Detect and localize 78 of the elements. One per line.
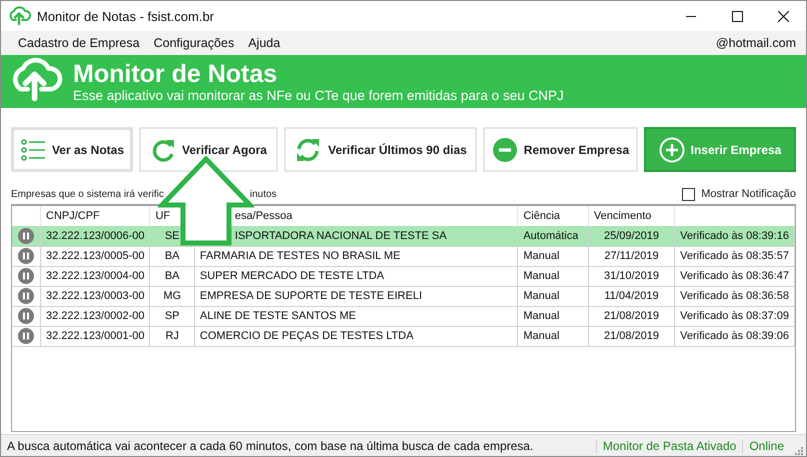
state-cell: SP bbox=[164, 310, 180, 322]
cnpj-cell: 32.222.123/0002-00 bbox=[46, 310, 144, 322]
ciencia-cell: Manual bbox=[523, 250, 560, 262]
due-date-cell: 21/08/2019 bbox=[604, 310, 660, 322]
app-subtitle: Esse aplicativo vai monitorar as NFe ou CTe que forem emitidas para o seu CNPJ bbox=[73, 88, 564, 104]
ciencia-cell: Manual bbox=[523, 310, 560, 322]
cnpj-cell: 32.222.123/0005-00 bbox=[46, 250, 144, 262]
cnpj-cell: 32.222.123/0006-00 bbox=[46, 230, 144, 242]
due-date-cell: 11/04/2019 bbox=[604, 290, 659, 302]
list-button[interactable]: Ver as Notas bbox=[11, 127, 133, 172]
window-title: Monitor de Notas - fsist.com.br bbox=[37, 8, 215, 24]
checkbox[interactable] bbox=[682, 188, 696, 200]
menu-item[interactable]: Cadastro de Empresa bbox=[11, 36, 147, 50]
table-row[interactable]: 32.222.123/0006-00 SE ISPORTADORA NACIONAL DE TESTE SA Automática 25/09/2019 Verificado às 08:39:16 bbox=[12, 226, 794, 246]
column-header[interactable]: esa/Pessoa bbox=[234, 210, 292, 222]
menu-item[interactable]: Ajuda bbox=[241, 36, 288, 50]
table-row[interactable]: 32.222.123/0004-00 BA SUPER MERCADO DE TESTE LTDA Manual 31/10/2019 Verificado às 08:36:47 bbox=[12, 266, 794, 286]
ciencia-cell: Manual bbox=[523, 270, 560, 282]
column-header[interactable]: Vencimento bbox=[594, 210, 652, 222]
minus-circle-icon bbox=[492, 136, 518, 162]
status-cell: Verificado às 08:37:09 bbox=[680, 310, 789, 322]
ciencia-cell: Automática bbox=[523, 230, 578, 242]
plus-circle-icon bbox=[658, 136, 685, 162]
list-caption: Empresas que o sistema irá verific bbox=[11, 188, 164, 200]
maximize-icon bbox=[732, 10, 742, 22]
state-cell: BA bbox=[164, 250, 180, 262]
pause-icon bbox=[18, 268, 34, 284]
status-message: A busca automática vai acontecer a cada 60 minutos, com base na última busca de cada empresa. bbox=[6, 438, 534, 452]
company-name-cell: COMERCIO DE PEÇAS DE TESTES LTDA bbox=[200, 330, 414, 342]
ciencia-cell: Manual bbox=[523, 290, 560, 302]
column-header[interactable]: Ciência bbox=[523, 210, 560, 222]
sync-button[interactable]: Verificar Últimos 90 dias bbox=[284, 127, 477, 172]
account-email: @hotmail.com bbox=[716, 36, 796, 50]
cnpj-cell: 32.222.123/0004-00 bbox=[46, 270, 144, 282]
table-row[interactable]: 32.222.123/0001-00 RJ COMERCIO DE PEÇAS DE TESTES LTDA Manual 21/08/2019 Verificado às 08:39:06 bbox=[12, 326, 794, 346]
pause-icon bbox=[18, 248, 34, 264]
state-cell: SE bbox=[164, 230, 180, 242]
state-cell: BA bbox=[164, 270, 180, 282]
status-cell: Verificado às 08:39:16 bbox=[680, 230, 789, 242]
status-cell: Verificado às 08:36:47 bbox=[680, 270, 789, 282]
company-name-cell: SUPER MERCADO DE TESTE LTDA bbox=[200, 270, 384, 282]
connection-status: Online bbox=[742, 438, 790, 452]
status-cell: Verificado às 08:36:58 bbox=[680, 290, 789, 302]
pause-icon bbox=[18, 328, 34, 344]
due-date-cell: 31/10/2019 bbox=[604, 270, 660, 282]
cnpj-cell: 32.222.123/0001-00 bbox=[46, 330, 144, 342]
pause-icon bbox=[18, 288, 34, 304]
ciencia-cell: Manual bbox=[523, 330, 560, 342]
resize-grip-icon bbox=[792, 444, 804, 456]
close-icon bbox=[778, 10, 788, 22]
status-cell: Verificado às 08:39:06 bbox=[680, 330, 789, 342]
table-row[interactable]: 32.222.123/0005-00 BA FARMARIA DE TESTES NO BRASIL ME Manual 27/11/2019 Verificado às 08:35:57 bbox=[12, 246, 794, 266]
list-caption: inutos bbox=[250, 188, 277, 200]
state-cell: RJ bbox=[165, 330, 179, 342]
state-cell: MG bbox=[163, 290, 182, 302]
company-name-cell: EMPRESA DE SUPORTE DE TESTE EIRELI bbox=[200, 290, 422, 302]
table-row[interactable]: 32.222.123/0003-00 MG EMPRESA DE SUPORTE DE TESTE EIRELI Manual 11/04/2019 Verificado às 08:36:58 bbox=[12, 286, 794, 306]
column-header[interactable]: UF bbox=[155, 210, 170, 222]
menu-item[interactable]: Configurações bbox=[146, 36, 242, 50]
due-date-cell: 21/08/2019 bbox=[604, 330, 660, 342]
refresh-button[interactable]: Verificar Agora bbox=[139, 127, 278, 172]
due-date-cell: 27/11/2019 bbox=[604, 250, 659, 262]
status-cell: Verificado às 08:35:57 bbox=[680, 250, 789, 262]
column-header[interactable]: CNPJ/CPF bbox=[46, 210, 100, 222]
pause-icon bbox=[18, 308, 34, 324]
remove-button[interactable]: Remover Empresa bbox=[483, 127, 638, 172]
due-date-cell: 25/09/2019 bbox=[604, 230, 660, 242]
company-name-cell: FARMARIA DE TESTES NO BRASIL ME bbox=[200, 250, 400, 262]
cloud-upload-icon bbox=[7, 5, 31, 27]
list-icon bbox=[20, 136, 46, 162]
checkbox-label: Mostrar Notificação bbox=[701, 188, 796, 200]
company-name-cell: ISPORTADORA NACIONAL DE TESTE SA bbox=[234, 230, 447, 242]
company-name-cell: ALINE DE TESTE SANTOS ME bbox=[200, 310, 356, 322]
monitor-status: Monitor de Pasta Ativado bbox=[596, 438, 742, 452]
table-row[interactable]: 32.222.123/0002-00 SP ALINE DE TESTE SANTOS ME Manual 21/08/2019 Verificado às 08:37:09 bbox=[12, 306, 794, 326]
pause-icon bbox=[18, 228, 34, 244]
cnpj-cell: 32.222.123/0003-00 bbox=[46, 290, 144, 302]
app-title: Monitor de Notas bbox=[73, 60, 278, 88]
